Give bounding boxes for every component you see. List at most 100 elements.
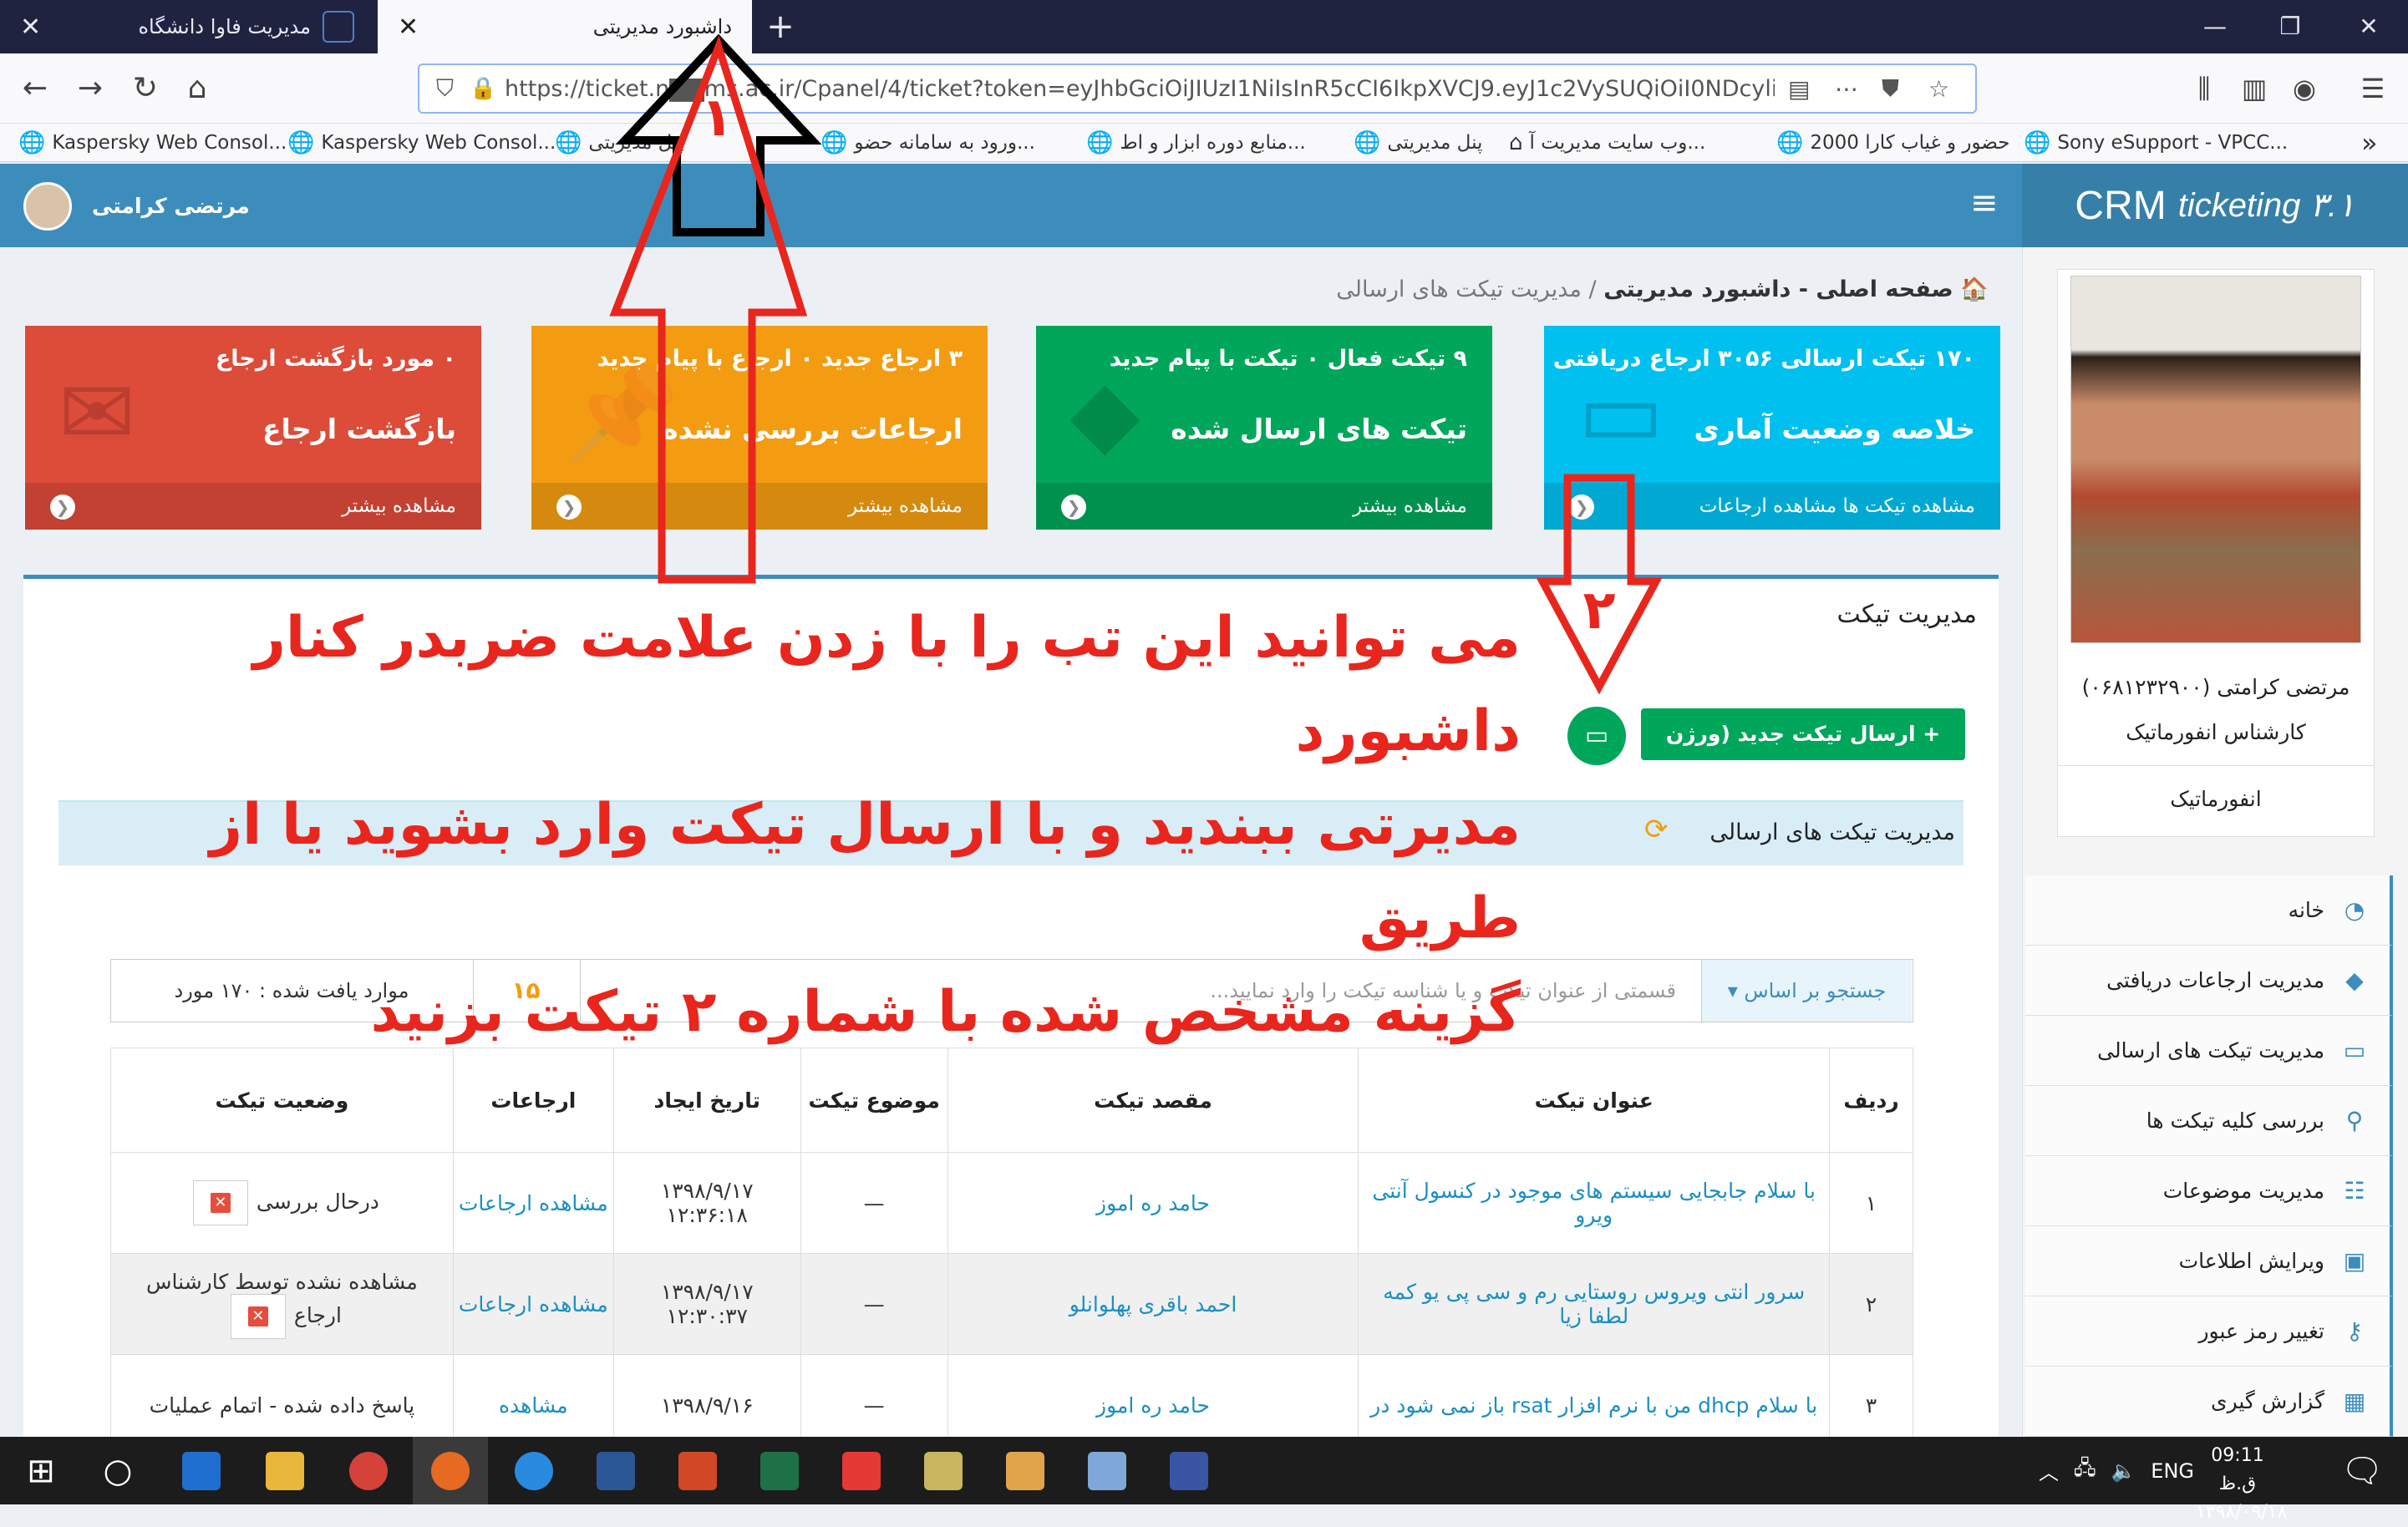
arrow-circle-icon[interactable]: ❮	[1061, 495, 1086, 520]
notifications-icon[interactable]: 🗨	[2324, 1437, 2400, 1504]
avatar[interactable]	[23, 182, 72, 231]
profile-name: مرتضی کرامتی (۰۶۸۱۲۳۲۹۰۰)	[2081, 675, 2350, 699]
col-referrals[interactable]: ارجاعات	[452, 1048, 614, 1153]
forward-icon[interactable]: →	[67, 65, 114, 112]
menu-icon[interactable]: ☰	[2350, 65, 2396, 112]
refresh-icon[interactable]: ⟳	[1644, 813, 1683, 851]
network-icon[interactable]: 🖧	[2074, 1453, 2096, 1488]
visio-icon[interactable]	[1151, 1437, 1227, 1504]
tab-admin-dashboard[interactable]: داشبورد مدیریتی ✕	[378, 0, 752, 53]
col-created-date[interactable]: تاریخ ایجاد	[612, 1048, 801, 1153]
bookmark-item[interactable]: 🌐 پنل مدیریتی	[555, 124, 683, 162]
restore-icon[interactable]: ❐	[2253, 0, 2328, 53]
col-ticket-destination[interactable]: مقصد تیکت	[947, 1048, 1359, 1153]
sidebar-item-home[interactable]: خانه ◔	[2025, 875, 2393, 946]
bookmarks-overflow-icon[interactable]: »	[2361, 124, 2378, 162]
sidebar-item-received-referrals[interactable]: مدیریت ارجاعات دریافتی ◆	[2025, 946, 2393, 1016]
search-by-dropdown[interactable]: جستجو بر اساس ▾	[1701, 960, 1912, 1022]
bookmark-item[interactable]: 🌐 حضور و غیاب کارا 2000	[1776, 124, 2010, 162]
library-icon[interactable]: ⫼	[2181, 65, 2228, 112]
view-referrals-link[interactable]: مشاهده ارجاعات	[459, 1292, 608, 1316]
language-indicator[interactable]: ENG	[2151, 1459, 2194, 1483]
reader-icon[interactable]: ▤	[1788, 75, 1835, 103]
sidebar-item-all-tickets[interactable]: بررسی کلیه تیکت ها ⚲	[2025, 1086, 2393, 1156]
paint-icon[interactable]	[1069, 1437, 1145, 1504]
arrow-circle-icon[interactable]: ❮	[50, 495, 75, 520]
sidebar-item-topics[interactable]: مدیریت موضوعات ☷	[2025, 1156, 2393, 1226]
remote-app-icon[interactable]	[988, 1437, 1063, 1504]
bookmark-item[interactable]: 🌐 ورود به سامانه حضو...	[820, 124, 1035, 162]
account-icon[interactable]: ◉	[2281, 65, 2328, 112]
view-tickets-link[interactable]: مشاهده تیکت ها مشاهده ارجاعات	[1544, 483, 2000, 530]
url-bar[interactable]: ⛉ 🔒 https://ticket.n▇▇ms.ac.ir/Cpanel/4/…	[418, 63, 1977, 114]
bookmark-star-icon[interactable]: ☆	[1928, 75, 1975, 103]
ticket-title-link[interactable]: با سلام جابجایی سیستم های موجود در کنسول…	[1372, 1179, 1816, 1227]
new-ticket-icon-button[interactable]: ▭	[1567, 707, 1626, 765]
tab-close-icon[interactable]: ✕	[398, 13, 419, 42]
bookmark-item[interactable]: 🌐 پنل مدیریتی	[1354, 124, 1482, 162]
cortana-icon[interactable]: ○	[80, 1437, 155, 1504]
ticket-destination-link[interactable]: حامد ره اموز	[1096, 1191, 1210, 1215]
sidebar-item-change-password[interactable]: تغییر رمز عبور ⚷	[2025, 1296, 2393, 1367]
arrow-circle-icon[interactable]: ❮	[1569, 495, 1594, 520]
view-more-link[interactable]: مشاهده بیشتر	[1036, 483, 1492, 530]
clock[interactable]: 09:11 ق.ظ ۱۳۹۸/۰۹/۱۸	[2196, 1442, 2287, 1523]
col-ticket-status[interactable]: وضعیت تیکت	[110, 1048, 454, 1153]
delete-button[interactable]: ✕	[192, 1180, 248, 1225]
table-row: ۲ سرور انتی ویروس روستایی رم و سی پی یو …	[110, 1253, 1913, 1355]
minimize-icon[interactable]: —	[2177, 0, 2253, 53]
ticket-destination-link[interactable]: احمد باقری پهلوانلو	[1069, 1292, 1237, 1316]
anydesk-icon[interactable]	[824, 1437, 899, 1504]
volume-icon[interactable]: 🔈	[2111, 1459, 2136, 1483]
chevron-up-icon[interactable]: ︿	[2039, 1456, 2059, 1485]
breadcrumb-home[interactable]: صفحه اصلی - داشبورد مدیریتی	[1603, 276, 1953, 302]
bookmark-item[interactable]: 🌐 Kaspersky Web Consol...	[287, 124, 556, 162]
powerpoint-icon[interactable]	[660, 1437, 735, 1504]
edge-icon[interactable]	[164, 1437, 239, 1504]
url-text: https://ticket.n▇▇ms.ac.ir/Cpanel/4/tick…	[505, 75, 1775, 102]
back-icon[interactable]: ←	[12, 65, 58, 112]
bookmark-item[interactable]: 🌐 Kaspersky Web Consol...	[18, 124, 287, 162]
bookmark-item[interactable]: ⌂ وب سایت مدیریت آ...	[1509, 124, 1705, 162]
view-more-link[interactable]: مشاهده بیشتر	[25, 483, 481, 530]
sidebar-toggle-icon[interactable]: ▥	[2231, 65, 2278, 112]
word-icon[interactable]	[578, 1437, 653, 1504]
home-icon[interactable]: ⌂	[174, 65, 221, 112]
excel-icon[interactable]	[742, 1437, 817, 1504]
col-row-number[interactable]: ردیف	[1829, 1048, 1913, 1153]
view-more-link[interactable]: مشاهده بیشتر	[531, 483, 988, 530]
tab-university-ict[interactable]: مدیریت فاوا دانشگاه ✕	[0, 0, 374, 53]
delete-button[interactable]: ✕	[230, 1293, 286, 1339]
chrome-icon[interactable]	[331, 1437, 406, 1504]
ticket-destination-link[interactable]: حامد ره اموز	[1096, 1393, 1210, 1418]
new-ticket-button[interactable]: + ارسال تیکت جدید (ورژن قدیم)	[1641, 708, 1965, 798]
reload-icon[interactable]: ↻	[122, 65, 169, 112]
view-referrals-link[interactable]: مشاهده ارجاعات	[459, 1191, 608, 1215]
globe-icon: 🌐	[1086, 130, 1114, 155]
ticket-title-link[interactable]: با سلام dhcp من با نرم افزار rsat باز نم…	[1370, 1393, 1817, 1418]
hamburger-menu-icon[interactable]: ≡	[1970, 184, 1999, 222]
windows-start-icon[interactable]: ⊞	[3, 1437, 79, 1504]
firefox-icon[interactable]	[413, 1437, 488, 1504]
scanner-app-icon[interactable]	[906, 1437, 981, 1504]
sidebar-item-reports[interactable]: گزارش گیری ▦	[2025, 1367, 2393, 1437]
close-window-icon[interactable]: ✕	[2331, 0, 2406, 53]
header-user-name[interactable]: مرتضی کرامتی	[92, 185, 250, 227]
list-icon: ☷	[2344, 1177, 2365, 1205]
bookmark-item[interactable]: 🌐 منابع دوره ابزار و اط...	[1086, 124, 1306, 162]
new-tab-button[interactable]: +	[759, 5, 802, 48]
more-actions-icon[interactable]: ⋯	[1835, 75, 1882, 103]
sidebar-item-sent-tickets[interactable]: مدیریت تیکت های ارسالی ▭	[2025, 1016, 2393, 1086]
arrow-circle-icon[interactable]: ❮	[556, 495, 582, 520]
bookmark-item[interactable]: 🌐 Sony eSupport - VPCC...	[2024, 124, 2288, 162]
col-ticket-topic[interactable]: موضوع تیکت	[800, 1048, 948, 1153]
profile-photo	[2070, 276, 2361, 643]
sidebar-item-edit-info[interactable]: ویرایش اطلاعات ▣	[2025, 1226, 2393, 1296]
file-explorer-icon[interactable]	[247, 1437, 323, 1504]
tab-close-icon[interactable]: ✕	[20, 13, 41, 42]
pocket-icon[interactable]: ⛊	[1882, 74, 1928, 103]
ticket-title-link[interactable]: سرور انتی ویروس روستایی رم و سی پی یو کم…	[1383, 1280, 1805, 1328]
internet-explorer-icon[interactable]	[496, 1437, 572, 1504]
view-referrals-link[interactable]: مشاهده	[499, 1393, 568, 1418]
col-ticket-title[interactable]: عنوان تیکت	[1358, 1048, 1831, 1153]
